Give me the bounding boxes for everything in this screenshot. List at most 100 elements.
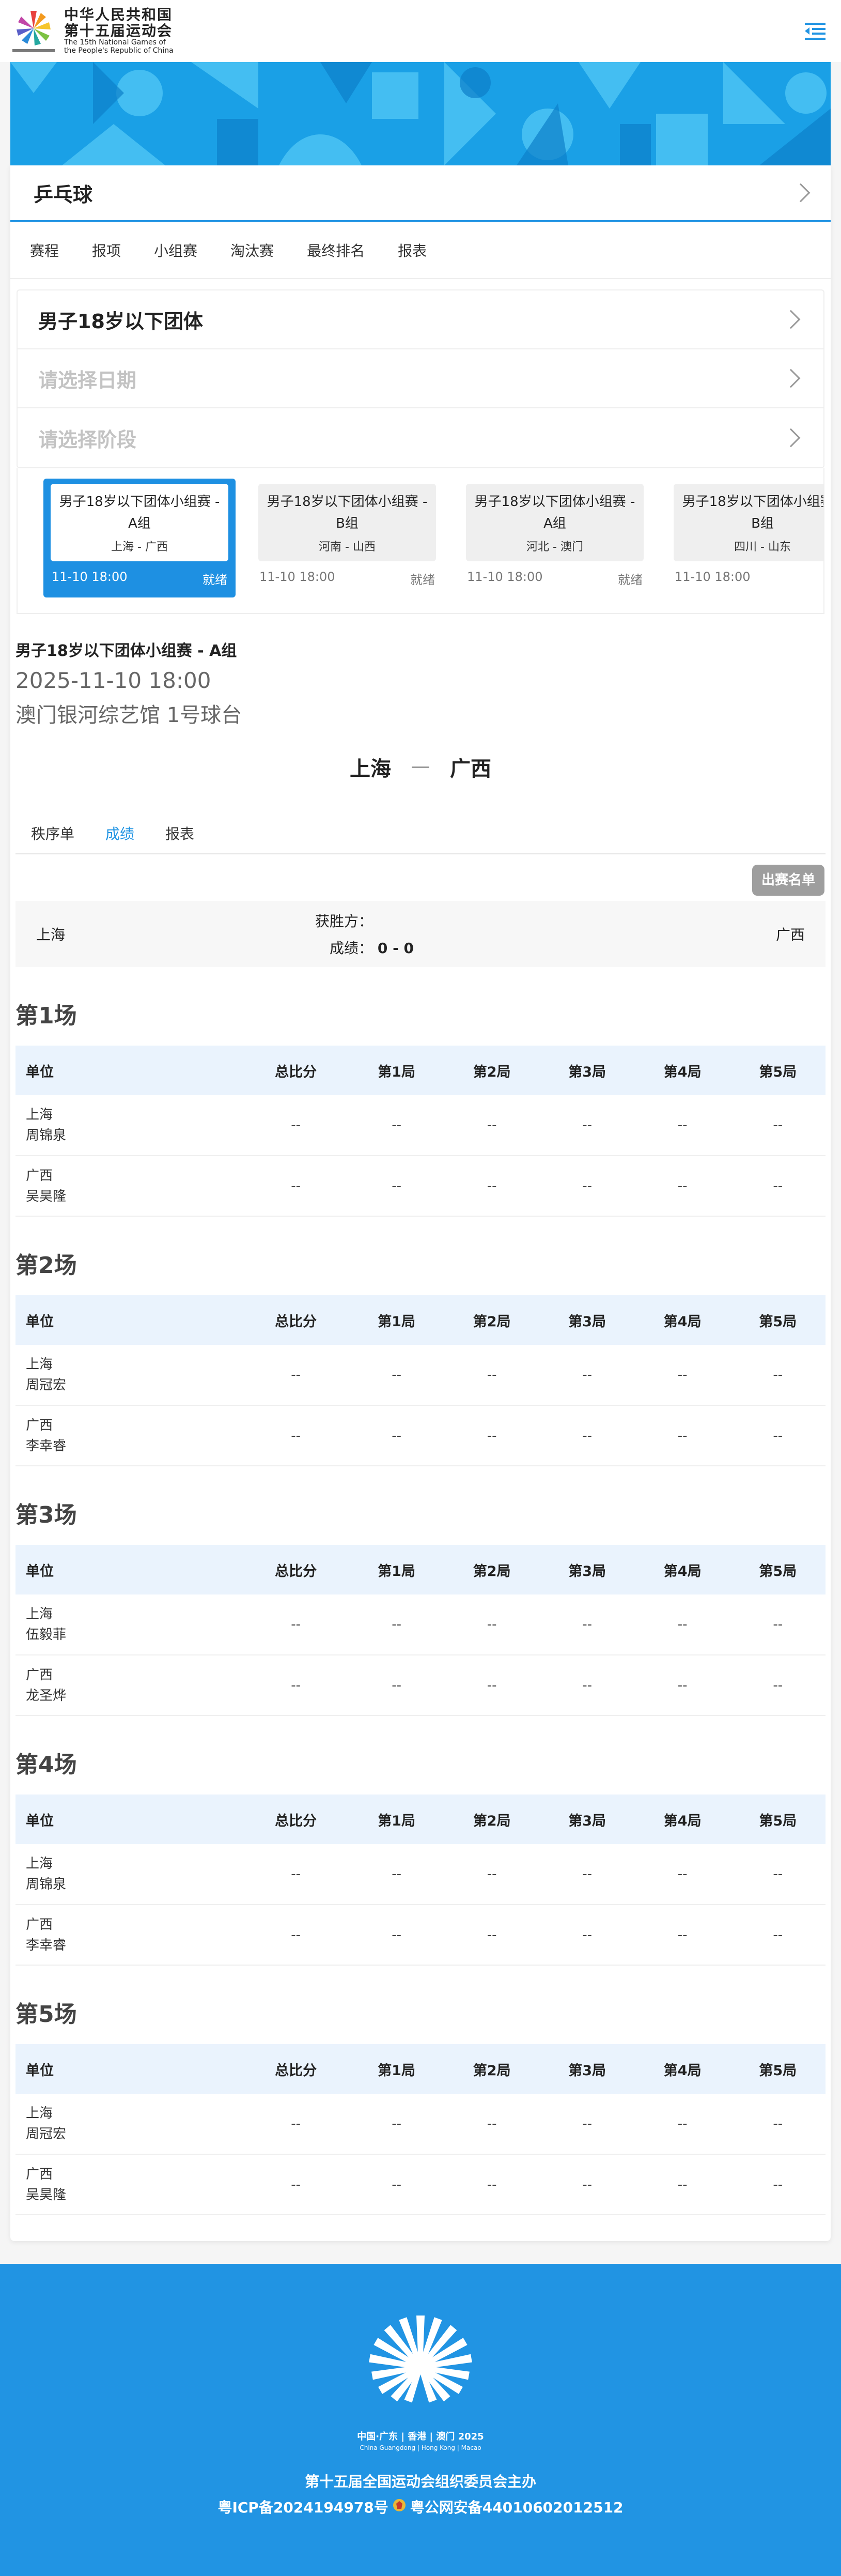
row-unit: 广西: [26, 1417, 53, 1433]
match-card[interactable]: 男子18岁以下团体小组赛 - B组 河南 - 山西 11-10 18:00 就绪: [251, 479, 443, 597]
score-cell-set2: --: [444, 1405, 540, 1466]
score-cell-set4: --: [634, 1405, 730, 1466]
game-score-table: 单位 总比分 第1局 第2局 第3局 第4局 第5局 上海 周锦泉 -- -- -- -- -- -- 广西吴…: [15, 1046, 826, 1217]
col-header-total: 总比分: [243, 1046, 349, 1095]
emblem-caption: 中国·广东 | 香港 | 澳门 2025: [357, 2431, 484, 2442]
chevron-right-icon: [791, 183, 811, 203]
team-b-name: 广西: [450, 757, 491, 781]
top-header: 中华人民共和国 第十五届运动会 The 15th National Games …: [0, 0, 841, 62]
score-cell-set3: --: [539, 1405, 635, 1466]
vs-divider: [412, 766, 429, 768]
match-card-name: 男子18岁以下团体小组赛 - A组: [59, 494, 220, 531]
score-cell-set4: --: [634, 1095, 730, 1156]
col-header-total: 总比分: [243, 1295, 349, 1345]
match-card-status: 就绪: [203, 573, 227, 587]
date-selector[interactable]: 请选择日期: [18, 349, 823, 408]
score-cell-set3: --: [539, 1345, 635, 1406]
table-row: 广西 吴昊隆 -- -- -- -- -- --: [15, 1156, 826, 1217]
score-cell-set2: --: [444, 1655, 540, 1716]
game-section: 第4场单位 总比分 第1局 第2局 第3局 第4局 第5局 上海 周锦泉 -- -- -- -- -- --…: [10, 1716, 831, 1966]
col-header-unit: 单位: [15, 1046, 243, 1095]
score-cell-set5: --: [730, 1345, 826, 1406]
subtab-reports[interactable]: 报表: [165, 823, 194, 844]
match-card-time: 11-10 18:00: [52, 570, 128, 584]
subtab-order-sheet[interactable]: 秩序单: [31, 823, 74, 844]
match-card-teams: 河北 - 澳门: [526, 541, 583, 554]
sport-header[interactable]: 乒乓球: [10, 165, 831, 222]
score-cell-set2: --: [444, 1594, 540, 1655]
col-header-total: 总比分: [243, 1795, 349, 1844]
match-card-time: 11-10 18:00: [259, 570, 335, 584]
game-title: 第4场: [15, 1752, 77, 1778]
score-cell-set5: --: [730, 1156, 826, 1217]
tab-schedule[interactable]: 赛程: [30, 240, 59, 260]
match-card[interactable]: 男子18岁以下团体小组赛 - A组 上海 - 广西 11-10 18:00 就绪: [43, 479, 236, 597]
match-info: 男子18岁以下团体小组赛 - A组 2025-11-10 18:00 澳门银河综…: [10, 614, 831, 728]
tab-group-stage[interactable]: 小组赛: [154, 240, 197, 260]
match-info-datetime: 2025-11-10 18:00: [15, 668, 211, 693]
tab-reports[interactable]: 报表: [398, 240, 427, 260]
tab-final-ranking[interactable]: 最终排名: [307, 240, 365, 260]
table-row: 广西 龙圣烨 -- -- -- -- -- --: [15, 1655, 826, 1716]
match-card[interactable]: 男子18岁以下团体小组赛 - B组 四川 - 山东 11-10 18:00: [666, 479, 824, 597]
col-header-set2: 第2局: [444, 1795, 540, 1844]
row-unit: 广西: [26, 2166, 53, 2182]
logo-title-line1: 中华人民共和国: [64, 6, 173, 23]
logo-subtitle-line1: The 15th National Games of: [64, 38, 166, 47]
game-title: 第3场: [15, 1502, 77, 1528]
row-unit: 上海: [26, 1107, 53, 1123]
match-card-carousel[interactable]: 男子18岁以下团体小组赛 - A组 上海 - 广西 11-10 18:00 就绪…: [17, 468, 824, 614]
match-card-name: 男子18岁以下团体小组赛 - B组: [682, 494, 824, 531]
row-player: 伍毅菲: [26, 1627, 67, 1643]
col-header-set1: 第1局: [349, 1295, 444, 1345]
game-section: 第5场 单位 总比分 第1局 第2局 第3局 第4局 第5局 上海 周冠宏 -- -- -- -- -- --…: [10, 1966, 831, 2215]
subtab-results[interactable]: 成绩: [105, 823, 134, 844]
stage-selector[interactable]: 请选择阶段: [18, 408, 823, 467]
match-card-name: 男子18岁以下团体小组赛 - A组: [474, 494, 635, 531]
score-cell-total: --: [243, 1345, 349, 1406]
icp-record-link[interactable]: 粤ICP备2024194978号: [217, 2496, 388, 2517]
col-header-set2: 第2局: [444, 1295, 540, 1345]
menu-toggle-button[interactable]: [800, 16, 831, 47]
chevron-right-icon: [781, 369, 801, 388]
score-cell-set2: --: [444, 2094, 540, 2155]
score-cell-set4: --: [634, 1655, 730, 1716]
game-section: 第2场 单位 总比分 第1局 第2局 第3局 第4局 第5局 上海 周冠宏 -- -- -- -- -- --…: [10, 1217, 831, 1466]
police-record-link[interactable]: 粤公网安备44010602012512: [410, 2496, 624, 2517]
row-unit: 上海: [26, 2106, 53, 2121]
event-selector[interactable]: 男子18岁以下团体: [18, 290, 823, 349]
col-header-set2: 第2局: [444, 1046, 540, 1095]
score-cell-set1: --: [349, 1345, 444, 1406]
col-header-set5: 第5局: [730, 2044, 826, 2094]
row-player: 周冠宏: [26, 1377, 67, 1393]
match-card-status: 就绪: [410, 573, 435, 587]
lineup-button[interactable]: 出赛名单: [752, 865, 824, 896]
score-cell-set4: --: [634, 1844, 730, 1905]
games-emblem-icon: 中国·广东 | 香港 | 澳门 2025 China Guangdong | H…: [353, 2310, 488, 2457]
match-card[interactable]: 男子18岁以下团体小组赛 - A组 河北 - 澳门 11-10 18:00 就绪: [459, 479, 651, 597]
table-row: 广西 李幸睿 -- -- -- -- -- --: [15, 1905, 826, 1966]
score-cell-set3: --: [539, 1594, 635, 1655]
games-logo[interactable]: 中华人民共和国 第十五届运动会 The 15th National Games …: [10, 7, 174, 55]
score-cell-total: --: [243, 1405, 349, 1466]
score-cell-set4: --: [634, 1345, 730, 1406]
score-cell-set4: --: [634, 2094, 730, 2155]
filter-selectors: 男子18岁以下团体 请选择日期 请选择阶段: [17, 289, 824, 468]
game-score-table: 单位 总比分 第1局 第2局 第3局 第4局 第5局 上海 周锦泉 -- -- -- -- -- -- 广西李…: [15, 1795, 826, 1966]
games-list: 第1场 单位 总比分 第1局 第2局 第3局 第4局 第5局 上海 周锦泉 -- -- -- -- -- --…: [10, 967, 831, 2215]
col-header-unit: 单位: [15, 2044, 243, 2094]
score-cell-set3: --: [539, 1156, 635, 1217]
game-section: 第1场 单位 总比分 第1局 第2局 第3局 第4局 第5局 上海 周锦泉 -- -- -- -- -- --…: [10, 967, 831, 1217]
match-teams: 上海 广西: [10, 752, 831, 782]
col-header-set4: 第4局: [634, 2044, 730, 2094]
table-row: 广西 吴昊隆 -- -- -- -- -- --: [15, 2154, 826, 2215]
score-cell-set2: --: [444, 1156, 540, 1217]
tab-knockout[interactable]: 淘汰赛: [230, 240, 274, 260]
col-header-set5: 第5局: [730, 1795, 826, 1844]
col-header-set4: 第4局: [634, 1545, 730, 1594]
tab-entries[interactable]: 报项: [92, 240, 121, 260]
row-player: 李幸睿: [26, 1438, 67, 1454]
score-cell-set3: --: [539, 2094, 635, 2155]
score-cell-set4: --: [634, 1594, 730, 1655]
match-info-venue: 澳门银河综艺馆 1号球台: [15, 703, 242, 727]
